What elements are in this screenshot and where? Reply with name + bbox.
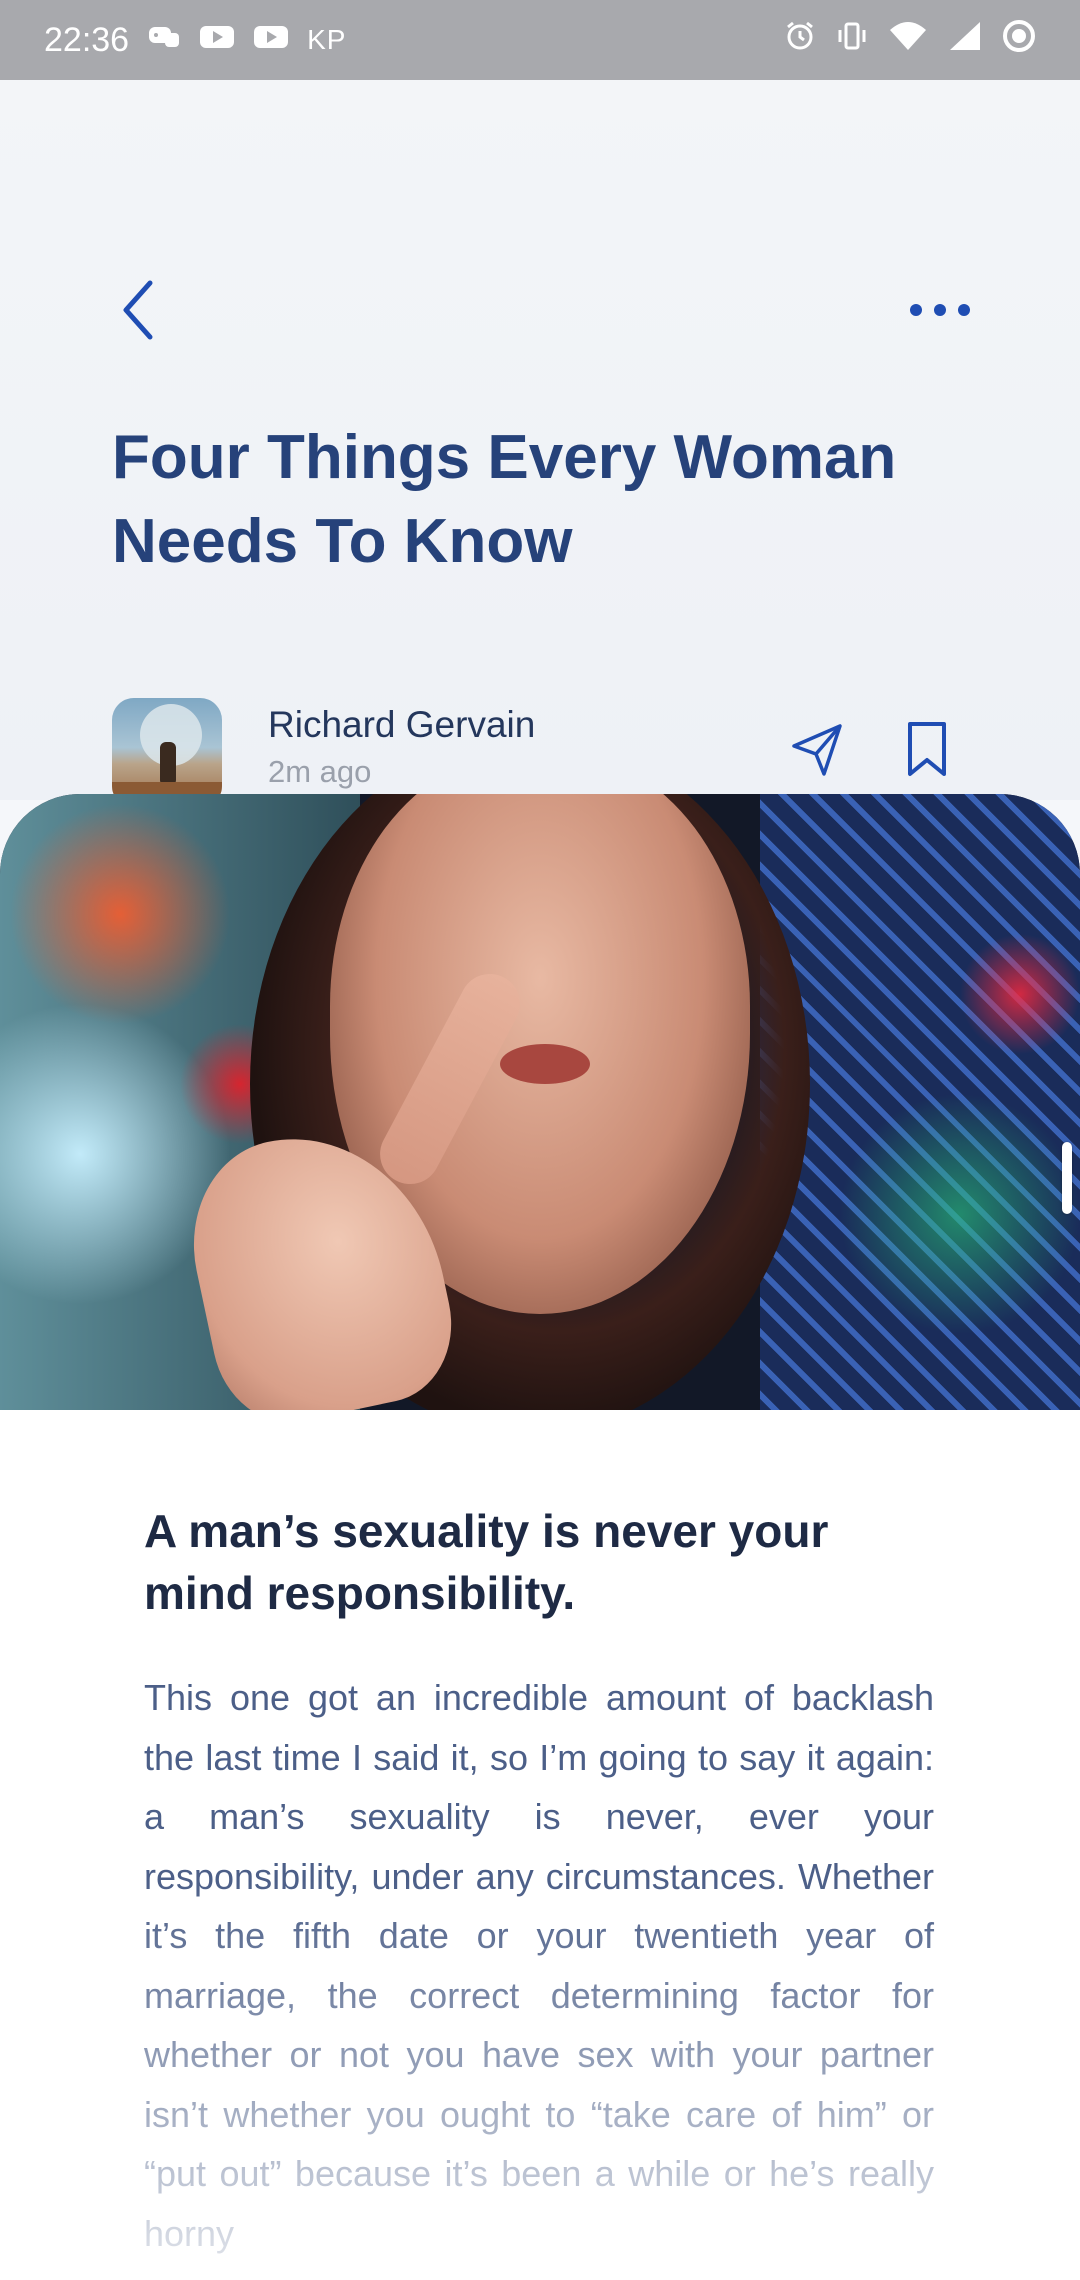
scrollbar-thumb[interactable]	[1062, 1142, 1072, 1214]
status-bar: 22:36 KP	[0, 0, 1080, 80]
game-controller-icon	[147, 21, 181, 60]
wifi-icon	[888, 20, 928, 61]
author-row: Richard Gervain 2m ago	[112, 698, 972, 808]
article-content: A man’s sexuality is never your mind res…	[0, 1410, 1080, 2280]
article-subheading: A man’s sexuality is never your mind res…	[144, 1505, 829, 1619]
status-right	[784, 19, 1036, 62]
send-icon	[792, 724, 842, 776]
post-time: 2m ago	[268, 754, 372, 789]
status-carrier: KP	[307, 24, 347, 55]
vibrate-icon	[836, 20, 868, 61]
youtube-icon	[253, 21, 289, 60]
article-header: Four Things Every Woman Needs To Know Ri…	[0, 80, 1080, 808]
hero-image	[0, 794, 1080, 1410]
alarm-icon	[784, 20, 816, 61]
bookmark-button[interactable]	[902, 720, 952, 780]
author-avatar[interactable]	[112, 698, 222, 808]
signal-icon	[948, 20, 982, 61]
record-icon	[1002, 19, 1036, 62]
article-title: Four Things Every Woman Needs To Know	[112, 423, 897, 576]
status-left: 22:36 KP	[44, 21, 346, 60]
more-horizontal-icon	[910, 304, 970, 316]
status-time: 22:36	[44, 20, 130, 59]
bookmark-icon	[908, 722, 946, 776]
author-name[interactable]: Richard Gervain	[268, 704, 535, 746]
more-options-button[interactable]	[900, 280, 980, 340]
back-button[interactable]	[108, 270, 168, 350]
youtube-icon	[199, 21, 235, 60]
share-button[interactable]	[788, 720, 848, 780]
chevron-left-icon	[123, 280, 153, 340]
article-body-text: This one got an incredible amount of bac…	[144, 1677, 934, 2254]
